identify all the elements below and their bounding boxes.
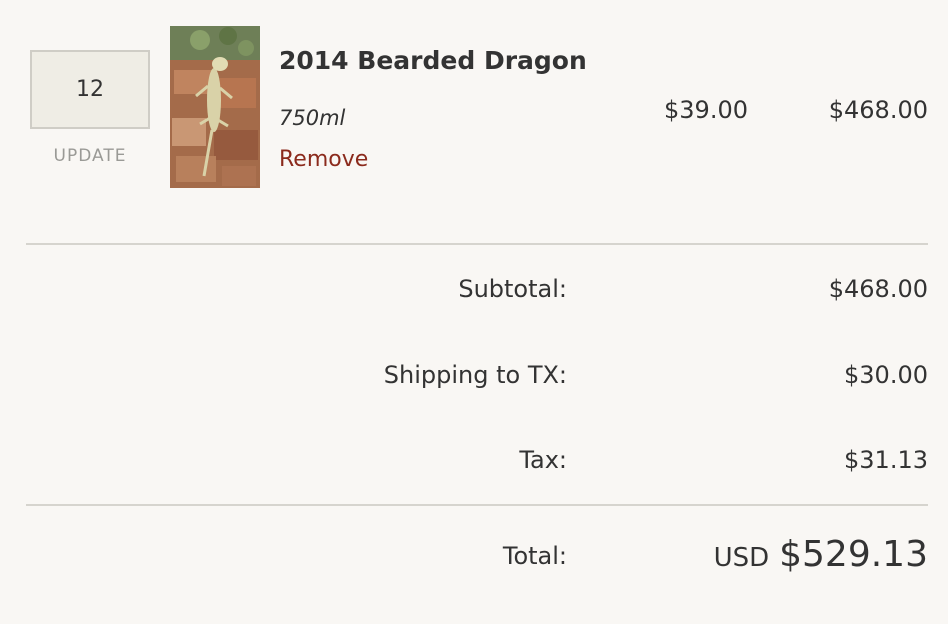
product-size: 750ml — [279, 106, 346, 130]
unit-price: $39.00 — [664, 96, 748, 124]
line-total: $468.00 — [828, 96, 928, 124]
subtotal-value: $468.00 — [828, 275, 928, 303]
quantity-value: 12 — [76, 77, 104, 102]
tax-value: $31.13 — [844, 446, 928, 474]
currency-code: USD — [713, 543, 770, 573]
remove-link[interactable]: Remove — [279, 147, 368, 172]
update-button[interactable]: UPDATE — [30, 146, 150, 166]
subtotal-label: Subtotal: — [458, 275, 567, 303]
product-name[interactable]: 2014 Bearded Dragon — [279, 46, 587, 75]
total-amount: $529.13 — [779, 534, 928, 575]
product-thumbnail[interactable] — [170, 26, 260, 188]
divider-bottom — [26, 504, 928, 506]
quantity-input[interactable]: 12 — [30, 50, 150, 129]
order-total: USD $529.13 — [600, 534, 928, 575]
divider-top — [26, 243, 928, 245]
tax-label: Tax: — [519, 446, 567, 474]
shipping-value: $30.00 — [844, 361, 928, 389]
shipping-label: Shipping to TX: — [383, 361, 567, 389]
total-label: Total: — [502, 542, 567, 570]
